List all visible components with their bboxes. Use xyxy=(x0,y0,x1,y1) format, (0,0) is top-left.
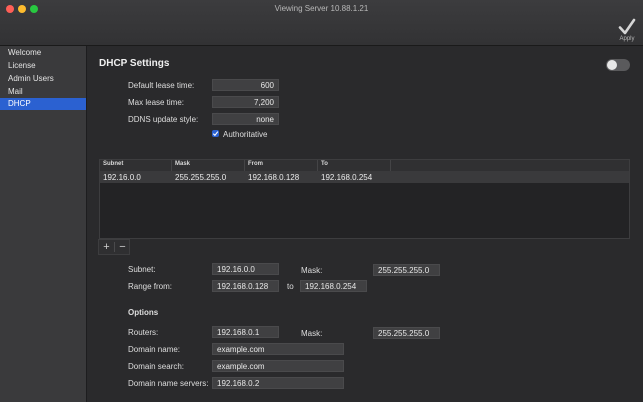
subnet-mask-field[interactable]: 255.255.255.0 xyxy=(373,264,440,276)
sidebar-item-license[interactable]: License xyxy=(0,60,86,72)
default-lease-label: Default lease time: xyxy=(128,81,195,90)
cell-mask: 255.255.255.0 xyxy=(175,173,227,182)
column-divider xyxy=(317,160,318,171)
remove-subnet-button[interactable]: − xyxy=(115,240,130,254)
authoritative-label: Authoritative xyxy=(223,130,268,139)
routers-label: Routers: xyxy=(128,328,159,337)
options-heading: Options xyxy=(128,308,159,317)
checkmark-icon xyxy=(618,18,636,35)
range-to-field[interactable]: 192.168.0.254 xyxy=(300,280,367,292)
column-header-mask[interactable]: Mask xyxy=(175,161,190,167)
column-divider xyxy=(171,160,172,171)
sidebar-item-mail[interactable]: Mail xyxy=(0,86,86,98)
max-lease-label: Max lease time: xyxy=(128,98,185,107)
domain-search-field[interactable]: example.com xyxy=(212,360,344,372)
cell-from: 192.168.0.128 xyxy=(248,173,300,182)
routers-mask-label: Mask: xyxy=(301,329,323,338)
routers-field[interactable]: 192.168.0.1 xyxy=(212,326,279,338)
sidebar-item-admin-users[interactable]: Admin Users xyxy=(0,73,86,85)
range-from-field[interactable]: 192.168.0.128 xyxy=(212,280,279,292)
ddns-field[interactable]: none xyxy=(212,113,279,125)
dns-servers-label: Domain name servers: xyxy=(128,379,209,388)
ddns-label: DDNS update style: xyxy=(128,115,199,124)
column-divider xyxy=(390,160,391,171)
domain-search-label: Domain search: xyxy=(128,362,185,371)
authoritative-checkbox[interactable] xyxy=(212,130,219,137)
title-bar: Viewing Server 10.88.1.21 Apply xyxy=(0,0,643,46)
dhcp-settings-panel: DHCP Settings Default lease time: 600 Ma… xyxy=(87,46,643,402)
dns-servers-field[interactable]: 192.168.0.2 xyxy=(212,377,344,389)
subnet-table: Subnet Mask From To 192.16.0.0 255.255.2… xyxy=(99,159,630,239)
range-to-label: to xyxy=(287,282,294,291)
column-header-from[interactable]: From xyxy=(248,161,263,167)
page-title: DHCP Settings xyxy=(99,58,170,69)
table-row[interactable]: 192.16.0.0 255.255.255.0 192.168.0.128 1… xyxy=(100,171,629,183)
subnet-label: Subnet: xyxy=(128,265,156,274)
apply-button[interactable]: Apply xyxy=(614,18,640,44)
add-remove-controls: + − xyxy=(98,239,130,255)
routers-mask-field[interactable]: 255.255.255.0 xyxy=(373,327,440,339)
column-header-subnet[interactable]: Subnet xyxy=(103,161,123,167)
checkbox-checked-icon xyxy=(212,131,219,137)
domain-name-field[interactable]: example.com xyxy=(212,343,344,355)
sidebar-item-dhcp[interactable]: DHCP xyxy=(0,98,86,110)
dhcp-enable-toggle[interactable] xyxy=(606,59,630,71)
apply-label: Apply xyxy=(619,36,635,42)
range-from-label: Range from: xyxy=(128,282,173,291)
toggle-knob xyxy=(607,60,617,70)
add-subnet-button[interactable]: + xyxy=(99,240,114,254)
domain-name-label: Domain name: xyxy=(128,345,181,354)
sidebar: Welcome License Admin Users Mail DHCP xyxy=(0,46,87,402)
subnet-mask-label: Mask: xyxy=(301,266,323,275)
default-lease-field[interactable]: 600 xyxy=(212,79,279,91)
subnet-field[interactable]: 192.16.0.0 xyxy=(212,263,279,275)
max-lease-field[interactable]: 7,200 xyxy=(212,96,279,108)
column-header-to[interactable]: To xyxy=(321,161,328,167)
column-divider xyxy=(244,160,245,171)
cell-to: 192.168.0.254 xyxy=(321,173,373,182)
cell-subnet: 192.16.0.0 xyxy=(103,173,141,182)
sidebar-item-welcome[interactable]: Welcome xyxy=(0,47,86,59)
window-title: Viewing Server 10.88.1.21 xyxy=(274,4,369,13)
